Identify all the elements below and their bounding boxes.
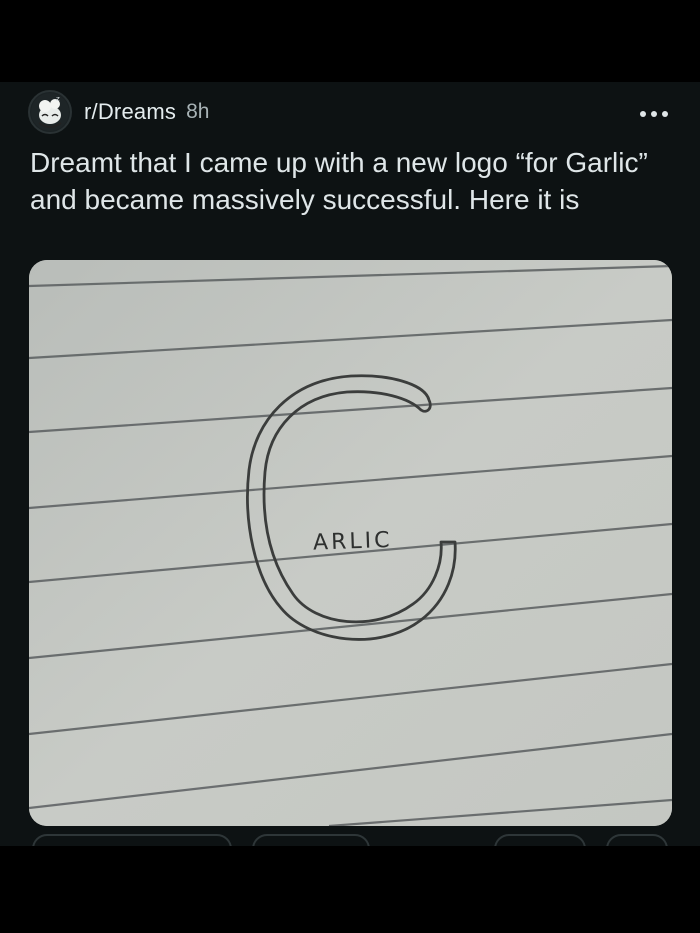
community-name-link[interactable]: r/Dreams [84, 99, 176, 125]
post-image[interactable]: ARLIC [29, 260, 672, 826]
top-bar [0, 0, 700, 82]
community-avatar[interactable]: z [28, 90, 72, 134]
arlic-text: ARLIC [313, 528, 393, 556]
post-title[interactable]: Dreamt that I came up with a new logo “f… [30, 144, 670, 218]
post-card[interactable]: z r/Dreams 8h Dreamt that I came up with… [0, 82, 700, 864]
svg-text:z: z [56, 95, 60, 103]
more-options-icon [640, 111, 668, 117]
post-age: 8h [186, 100, 210, 123]
more-options-button[interactable] [636, 96, 672, 132]
post-header: z r/Dreams 8h [28, 90, 672, 134]
notebook-garlic-logo-image: ARLIC [29, 260, 672, 826]
sleeping-creature-avatar-icon: z [31, 93, 69, 131]
bottom-bar [0, 846, 700, 933]
app-screen: z r/Dreams 8h Dreamt that I came up with… [0, 0, 700, 933]
